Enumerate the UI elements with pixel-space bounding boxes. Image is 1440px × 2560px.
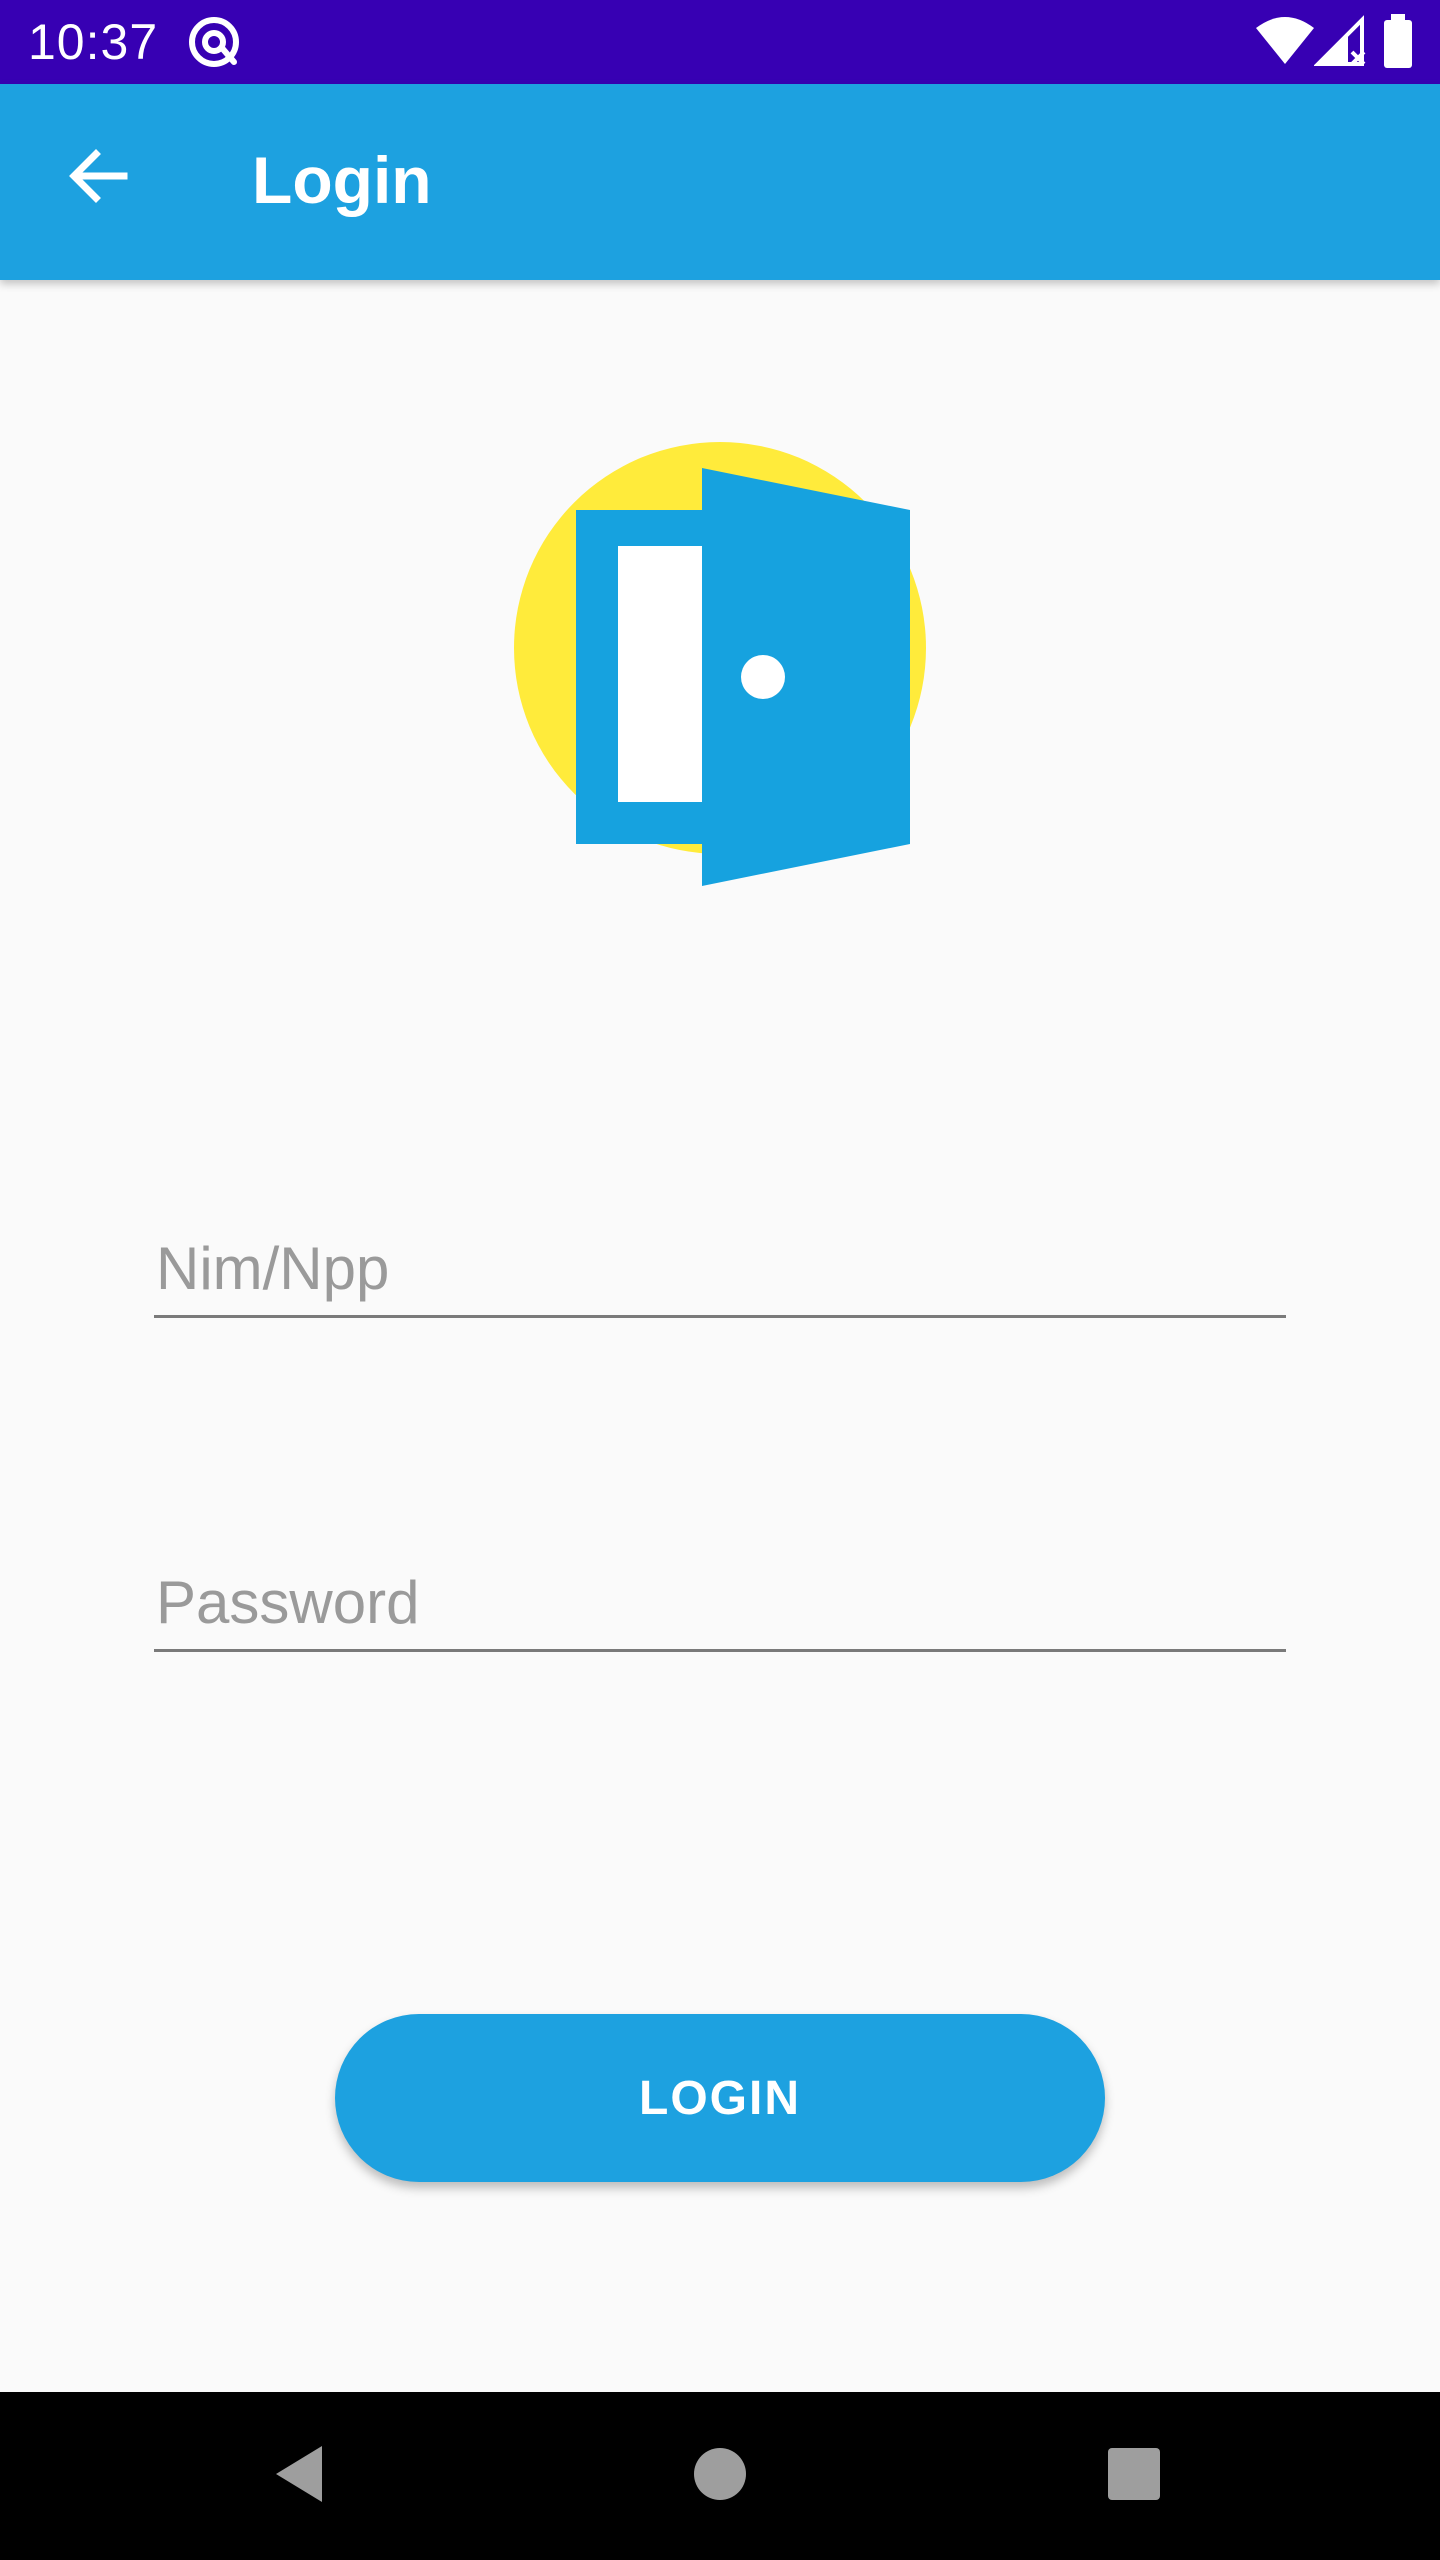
arrow-back-icon — [66, 144, 130, 213]
page-title: Login — [252, 143, 432, 217]
app-bar — [0, 84, 1440, 280]
status-time: 10:37 — [28, 14, 159, 70]
nav-back-button[interactable] — [252, 2428, 348, 2524]
at-sign-icon — [186, 14, 242, 70]
navigation-bar — [0, 2392, 1440, 2560]
back-triangle-icon — [270, 2442, 330, 2511]
open-door-icon — [500, 430, 940, 890]
battery-icon — [1380, 14, 1416, 70]
back-button[interactable] — [50, 130, 146, 226]
nim-npp-field — [154, 1222, 1286, 1322]
nav-home-button[interactable] — [672, 2428, 768, 2524]
login-button[interactable]: LOGIN — [335, 2014, 1105, 2182]
status-bar: 10:37 — [0, 0, 1440, 84]
password-field — [154, 1556, 1286, 1656]
signal-icon — [1313, 14, 1370, 70]
nav-recents-button[interactable] — [1086, 2428, 1182, 2524]
home-circle-icon — [692, 2446, 748, 2507]
nim-npp-input[interactable] — [154, 1222, 1286, 1318]
recents-square-icon — [1106, 2446, 1162, 2507]
wifi-icon — [1254, 14, 1316, 70]
password-input[interactable] — [154, 1556, 1286, 1652]
